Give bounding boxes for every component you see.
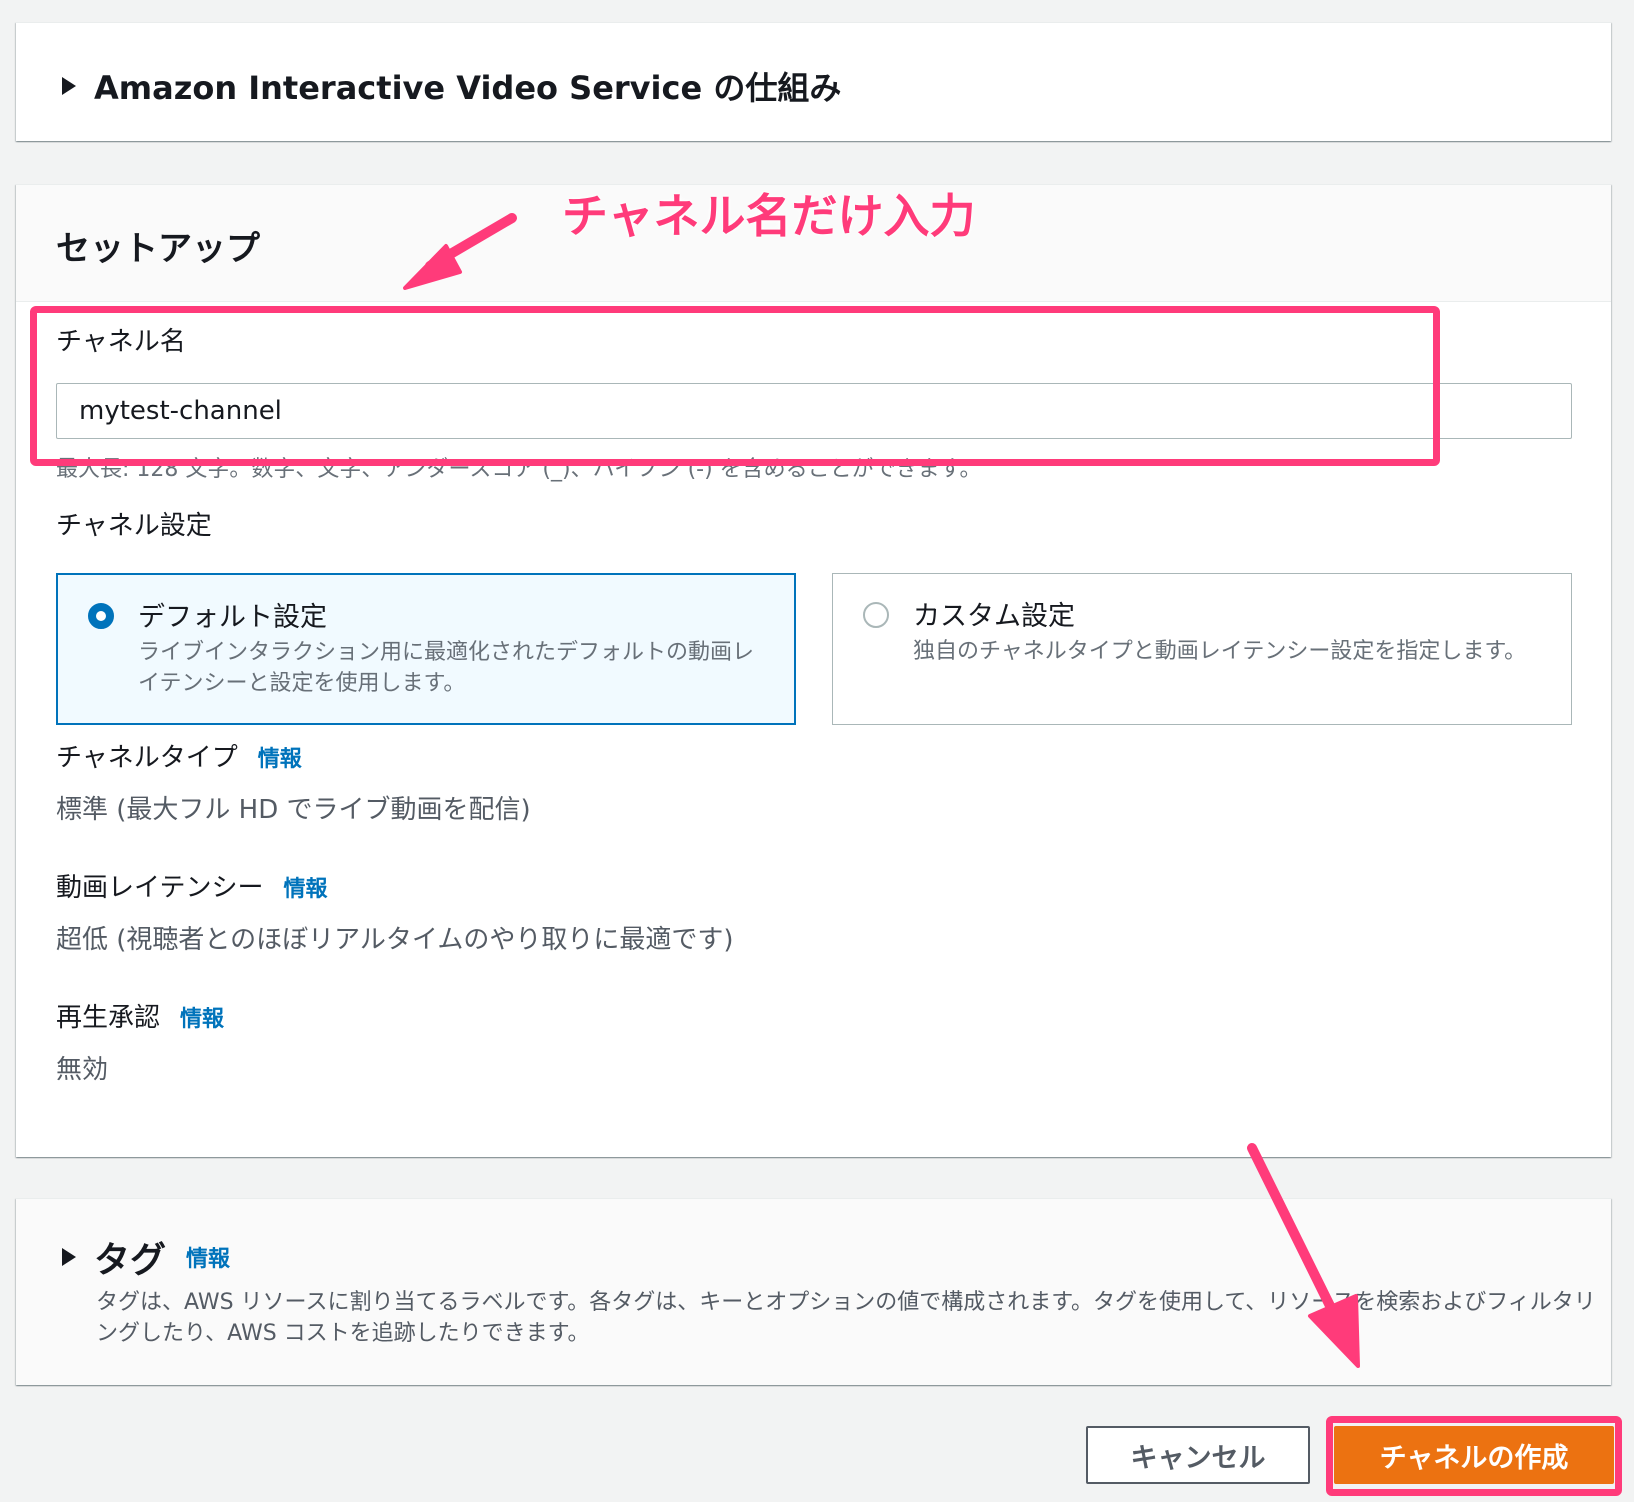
playback-auth-value: 無効 bbox=[56, 1055, 109, 1085]
channel-type-value: 標準 (最大フル HD でライブ動画を配信) bbox=[56, 795, 531, 825]
playback-auth-info-link[interactable]: 情報 bbox=[180, 1007, 224, 1032]
radio-tile-default[interactable]: デフォルト設定 ライブインタラクション用に最適化されたデフォルトの動画レイテンシ… bbox=[56, 573, 796, 725]
caret-right-icon bbox=[62, 1248, 76, 1266]
how-it-works-title: Amazon Interactive Video Service の仕組み bbox=[94, 69, 842, 107]
cancel-button[interactable]: キャンセル bbox=[1086, 1426, 1310, 1484]
caret-right-icon bbox=[62, 77, 76, 95]
playback-auth-label: 再生承認 bbox=[56, 1003, 161, 1033]
channel-settings-label: チャネル設定 bbox=[56, 511, 212, 541]
channel-type-field: チャネルタイプ 情報 bbox=[56, 737, 302, 774]
video-latency-label: 動画レイテンシー bbox=[56, 873, 264, 903]
tags-description: タグは、AWS リソースに割り当てるラベルです。各タグは、キーとオプションの値で… bbox=[96, 1290, 1596, 1346]
tags-expander[interactable]: タグ 情報 bbox=[62, 1231, 230, 1283]
video-latency-info-link[interactable]: 情報 bbox=[283, 877, 327, 902]
setup-panel: セットアップ チャネル名 最大長: 128 文字。数字、文字、アンダースコア (… bbox=[16, 184, 1611, 1157]
video-latency-value: 超低 (視聴者とのほぼリアルタイムのやり取りに最適です) bbox=[56, 925, 734, 955]
channel-name-input[interactable] bbox=[56, 383, 1572, 439]
radio-tile-default-description: ライブインタラクション用に最適化されたデフォルトの動画レイテンシーと設定を使用し… bbox=[138, 640, 755, 696]
radio-tile-default-title: デフォルト設定 bbox=[138, 602, 327, 633]
radio-tile-custom-description: 独自のチャネルタイプと動画レイテンシー設定を指定します。 bbox=[913, 639, 1527, 664]
radio-tile-custom[interactable]: カスタム設定 独自のチャネルタイプと動画レイテンシー設定を指定します。 bbox=[832, 573, 1572, 725]
channel-type-label: チャネルタイプ bbox=[56, 743, 238, 773]
annotation-text: チャネル名だけ入力 bbox=[562, 189, 976, 243]
channel-name-hint: 最大長: 128 文字。数字、文字、アンダースコア (_)、ハイフン (-) を… bbox=[56, 457, 982, 482]
tags-panel: タグ 情報 タグは、AWS リソースに割り当てるラベルです。各タグは、キーとオプ… bbox=[16, 1198, 1611, 1385]
create-channel-button[interactable]: チャネルの作成 bbox=[1334, 1426, 1614, 1484]
setup-title: セットアップ bbox=[56, 229, 260, 269]
tags-title: タグ bbox=[94, 1240, 167, 1281]
playback-auth-field: 再生承認 情報 bbox=[56, 997, 224, 1034]
how-it-works-expander[interactable]: Amazon Interactive Video Service の仕組み bbox=[62, 63, 841, 109]
tags-info-link[interactable]: 情報 bbox=[186, 1241, 230, 1273]
how-it-works-panel: Amazon Interactive Video Service の仕組み bbox=[16, 22, 1611, 141]
radio-selected-icon[interactable] bbox=[88, 603, 114, 629]
channel-type-info-link[interactable]: 情報 bbox=[258, 747, 302, 772]
radio-tile-custom-title: カスタム設定 bbox=[913, 601, 1075, 632]
channel-name-label: チャネル名 bbox=[56, 327, 186, 357]
radio-unselected-icon[interactable] bbox=[863, 602, 889, 628]
video-latency-field: 動画レイテンシー 情報 bbox=[56, 867, 328, 904]
